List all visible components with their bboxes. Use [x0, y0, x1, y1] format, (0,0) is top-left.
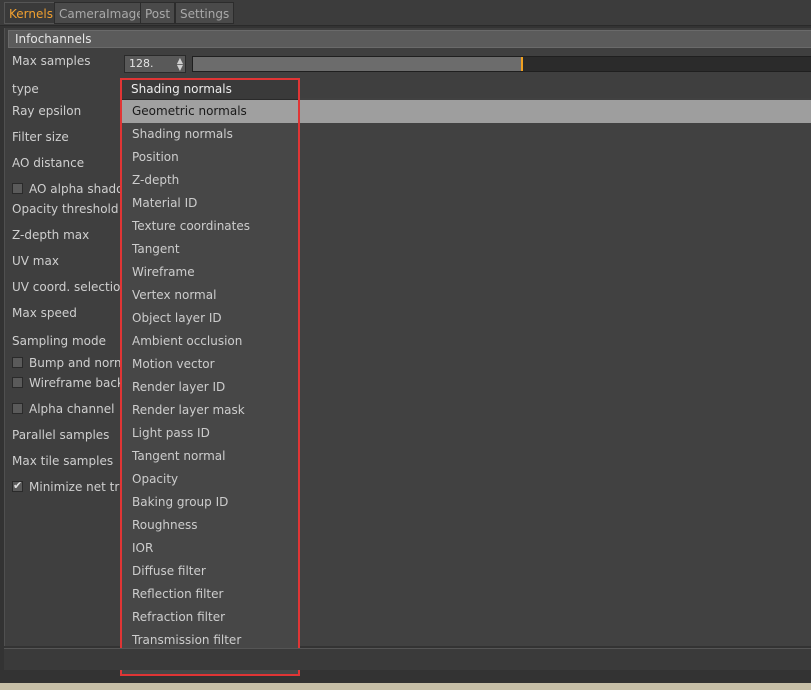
- dropdown-option[interactable]: Baking group ID: [122, 491, 298, 514]
- section-infochannels[interactable]: Infochannels: [8, 30, 811, 48]
- highlight-band: [300, 100, 811, 123]
- wireframe-backface-checkbox[interactable]: [12, 377, 23, 388]
- dropdown-option[interactable]: Refraction filter: [122, 606, 298, 629]
- sampling-mode-label: Sampling mode: [12, 334, 107, 348]
- max-samples-value: 128.: [129, 57, 154, 70]
- type-dropdown[interactable]: Shading normals Geometric normals Shadin…: [120, 78, 300, 676]
- ao-alpha-shadows-checkbox[interactable]: [12, 183, 23, 194]
- window-bottom-edge: [0, 683, 811, 690]
- dropdown-option[interactable]: Vertex normal: [122, 284, 298, 307]
- ao-distance-label: AO distance: [12, 156, 85, 170]
- dropdown-option[interactable]: Object layer ID: [122, 307, 298, 330]
- dropdown-option[interactable]: Tangent: [122, 238, 298, 261]
- dropdown-option[interactable]: Tangent normal: [122, 445, 298, 468]
- max-samples-label: Max samples: [12, 54, 91, 68]
- max-tile-samples-label: Max tile samples: [12, 454, 114, 468]
- tab-post[interactable]: Post: [140, 2, 176, 24]
- filter-size-label: Filter size: [12, 130, 69, 144]
- wireframe-backface-row[interactable]: Wireframe backface: [12, 375, 120, 391]
- minimize-net-traffic-label: Minimize net traffic: [29, 480, 120, 494]
- dropdown-option[interactable]: Texture coordinates: [122, 215, 298, 238]
- dropdown-option[interactable]: Ambient occlusion: [122, 330, 298, 353]
- dropdown-option[interactable]: Render layer ID: [122, 376, 298, 399]
- slider-knob[interactable]: [520, 57, 523, 71]
- dropdown-option[interactable]: Motion vector: [122, 353, 298, 376]
- dropdown-option[interactable]: Render layer mask: [122, 399, 298, 422]
- ao-alpha-shadows-label: AO alpha shadows: [29, 182, 120, 196]
- zdepth-max-label: Z-depth max: [12, 228, 90, 242]
- alpha-channel-row[interactable]: Alpha channel: [12, 401, 120, 417]
- type-dropdown-current[interactable]: Shading normals: [122, 80, 298, 100]
- stepper-arrows-icon[interactable]: ▲ ▼: [177, 57, 183, 72]
- dropdown-option[interactable]: Z-depth: [122, 169, 298, 192]
- status-bar: [4, 648, 811, 670]
- parallel-samples-label: Parallel samples: [12, 428, 110, 442]
- tab-bar: Kernels CameraImager Post Settings: [0, 0, 811, 26]
- max-speed-label: Max speed: [12, 306, 77, 320]
- dropdown-option[interactable]: Opacity: [122, 468, 298, 491]
- ao-alpha-shadows-row[interactable]: AO alpha shadows: [12, 181, 120, 197]
- dropdown-option[interactable]: Position: [122, 146, 298, 169]
- dropdown-option[interactable]: Geometric normals: [122, 100, 298, 123]
- tab-cameraimager[interactable]: CameraImager: [54, 2, 154, 24]
- ray-epsilon-label: Ray epsilon: [12, 104, 82, 118]
- type-label: type: [12, 82, 39, 96]
- bump-and-normal-row[interactable]: Bump and normal: [12, 355, 120, 371]
- wireframe-backface-label: Wireframe backface: [29, 376, 120, 390]
- dropdown-option[interactable]: Reflection filter: [122, 583, 298, 606]
- dropdown-option[interactable]: Light pass ID: [122, 422, 298, 445]
- tab-kernels[interactable]: Kernels: [4, 2, 58, 24]
- dropdown-option[interactable]: Roughness: [122, 514, 298, 537]
- uv-coord-selection-label: UV coord. selection: [12, 280, 120, 294]
- minimize-net-traffic-checkbox[interactable]: [12, 479, 23, 494]
- bump-and-normal-label: Bump and normal: [29, 356, 120, 370]
- dropdown-option[interactable]: IOR: [122, 537, 298, 560]
- bump-and-normal-checkbox[interactable]: [12, 357, 23, 368]
- dropdown-option[interactable]: Material ID: [122, 192, 298, 215]
- alpha-channel-checkbox[interactable]: [12, 403, 23, 414]
- slider-fill: [193, 57, 521, 71]
- opacity-threshold-label: Opacity threshold: [12, 202, 119, 216]
- minimize-net-traffic-row[interactable]: Minimize net traffic: [12, 479, 120, 495]
- dropdown-option[interactable]: Wireframe: [122, 261, 298, 284]
- alpha-channel-label: Alpha channel: [29, 402, 115, 416]
- max-samples-slider[interactable]: [192, 56, 811, 72]
- uv-max-label: UV max: [12, 254, 59, 268]
- dropdown-option[interactable]: Diffuse filter: [122, 560, 298, 583]
- max-samples-stepper[interactable]: 128. ▲ ▼: [124, 55, 186, 73]
- tab-settings[interactable]: Settings: [175, 2, 235, 24]
- dropdown-option[interactable]: Shading normals: [122, 123, 298, 146]
